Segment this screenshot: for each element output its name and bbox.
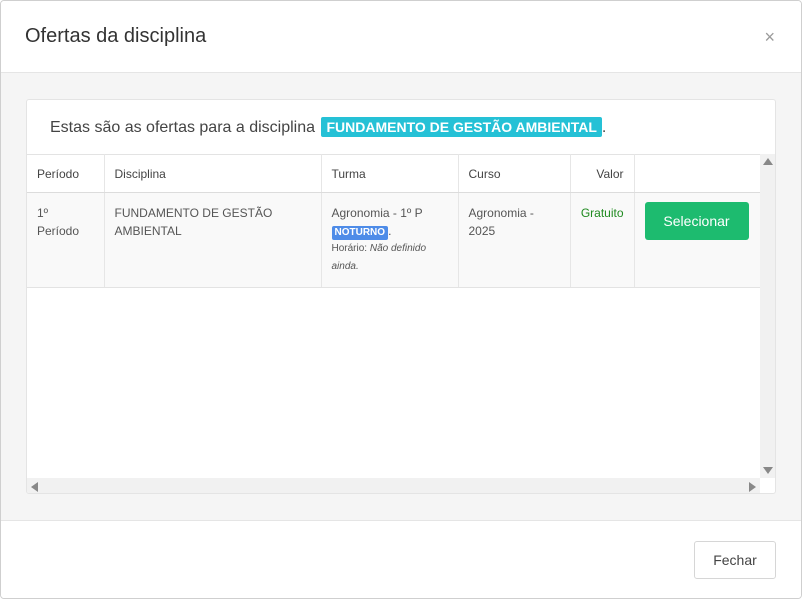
modal-header: Ofertas da disciplina × [1, 1, 801, 73]
valor-gratuito: Gratuito [580, 206, 624, 220]
curso-line1: Agronomia - [468, 206, 534, 220]
table-header-row: Período Disciplina Turma Curso Valor [27, 154, 760, 193]
cell-turma: Agronomia - 1º P NOTURNO. Horário: Não d… [321, 192, 459, 288]
horizontal-scrollbar[interactable] [27, 478, 760, 493]
periodo-number: 1º [37, 206, 49, 220]
select-button[interactable]: Selecionar [644, 202, 749, 240]
disciplina-line2: AMBIENTAL [114, 224, 182, 238]
modal-title: Ofertas da disciplina [25, 25, 207, 47]
offers-table-container[interactable]: Período Disciplina Turma Curso Valor 1º [27, 154, 760, 478]
modal-body: Estas são as ofertas para a disciplina F… [1, 73, 801, 520]
turno-badge: NOTURNO [331, 226, 389, 240]
cell-valor: Gratuito [570, 192, 635, 288]
horario-value-line1: Não definido [369, 243, 427, 254]
intro-suffix: . [601, 119, 607, 136]
curso-line2: 2025 [468, 224, 496, 238]
col-header-periodo: Período [27, 154, 105, 193]
col-header-turma: Turma [321, 154, 459, 193]
discipline-tag: FUNDAMENTO DE GESTÃO AMBIENTAL [321, 117, 602, 137]
horario-value-line2: ainda. [331, 261, 359, 272]
scroll-up-icon[interactable] [763, 158, 773, 165]
vertical-scrollbar[interactable] [760, 154, 775, 478]
col-header-disciplina: Disciplina [104, 154, 322, 193]
cell-curso: Agronomia - 2025 [458, 192, 571, 288]
turno-suffix: . [388, 224, 392, 238]
scroll-right-icon[interactable] [749, 482, 756, 492]
periodo-label: Período [37, 224, 80, 238]
intro-label: Estas são as ofertas para a disciplina [50, 119, 316, 136]
disciplina-line1: FUNDAMENTO DE GESTÃO [114, 206, 273, 220]
col-header-action [634, 154, 760, 193]
table-row: 1º Período FUNDAMENTO DE GESTÃO AMBIENTA… [27, 192, 760, 288]
horario-label: Horário: [331, 243, 368, 254]
cell-periodo: 1º Período [27, 192, 105, 288]
scroll-left-icon[interactable] [31, 482, 38, 492]
modal-footer: Fechar [1, 520, 801, 598]
close-icon[interactable]: × [764, 28, 775, 46]
col-header-curso: Curso [458, 154, 571, 193]
intro-text: Estas são as ofertas para a disciplina F… [50, 117, 606, 137]
cell-disciplina: FUNDAMENTO DE GESTÃO AMBIENTAL [104, 192, 322, 288]
close-button[interactable]: Fechar [694, 541, 776, 579]
scroll-down-icon[interactable] [763, 467, 773, 474]
horario-info: Horário: Não definido ainda. [332, 240, 448, 276]
col-header-valor: Valor [570, 154, 635, 193]
offers-card: Estas são as ofertas para a disciplina F… [26, 99, 776, 494]
offers-modal: Ofertas da disciplina × Estas são as ofe… [0, 0, 802, 599]
offers-table: Período Disciplina Turma Curso Valor 1º [27, 154, 760, 288]
turma-name: Agronomia - 1º P [331, 206, 423, 220]
cell-action: Selecionar [634, 192, 760, 288]
